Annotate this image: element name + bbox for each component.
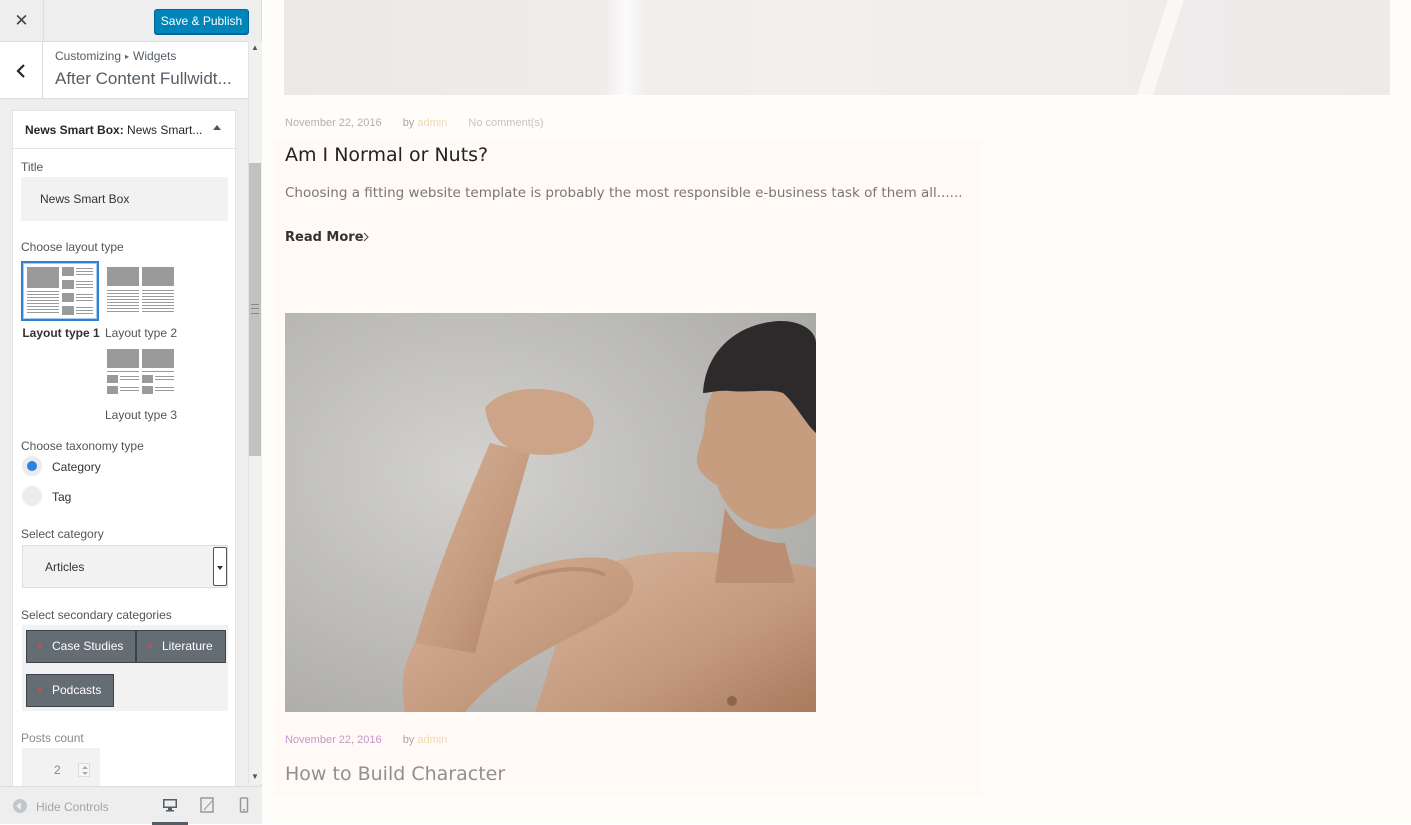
- customizer-sidebar: ✕ Save & Publish Customizing ▸ Widgets Aft…: [0, 0, 262, 825]
- post-1-title[interactable]: Am I Normal or Nuts?: [285, 144, 488, 166]
- post-1-featured-image[interactable]: [284, 0, 1390, 95]
- hide-controls-icon[interactable]: [13, 799, 27, 813]
- category-radio-label[interactable]: Category: [52, 460, 101, 474]
- tag-literature[interactable]: × Literature: [136, 630, 226, 663]
- scroll-down-arrow-icon[interactable]: ▼: [248, 771, 262, 783]
- post-1-excerpt: Choosing a fitting website template is p…: [285, 185, 963, 201]
- select-category-label: Select category: [21, 527, 104, 541]
- title-input[interactable]: News Smart Box: [21, 177, 228, 221]
- chevron-left-icon: [16, 63, 25, 78]
- desktop-icon[interactable]: [162, 797, 178, 813]
- widget-header[interactable]: News Smart Box: News Smart...: [13, 111, 235, 149]
- scrollbar-grip-icon: [251, 304, 259, 314]
- close-customizer-button[interactable]: ✕: [0, 0, 44, 42]
- widget-title: News Smart Box: News Smart...: [25, 123, 203, 137]
- layout-type-label: Choose layout type: [21, 240, 124, 254]
- tag-radio[interactable]: [22, 486, 42, 506]
- read-more-link[interactable]: Read More: [285, 230, 364, 245]
- post-2-meta: November 22, 2016 by admin: [285, 734, 448, 746]
- tag-radio-label[interactable]: Tag: [52, 490, 71, 504]
- post-1-author[interactable]: admin: [417, 117, 447, 129]
- scroll-up-arrow-icon[interactable]: ▲: [248, 42, 262, 54]
- layout-type-1-label: Layout type 1: [22, 326, 100, 340]
- hide-controls-button[interactable]: Hide Controls: [36, 800, 109, 814]
- post-1-meta: November 22, 2016 by admin No comment(s): [285, 117, 544, 129]
- news-smart-box-widget: News Smart Box: News Smart... Title News…: [12, 110, 236, 792]
- customizer-footer: Hide Controls: [0, 786, 262, 825]
- remove-tag-icon[interactable]: ×: [147, 631, 153, 662]
- breadcrumb: Customizing ▸ Widgets: [55, 49, 176, 63]
- layout-type-2-label: Layout type 2: [104, 326, 178, 340]
- posts-count-label: Posts count: [21, 731, 84, 745]
- layout-type-1-thumbnail: [21, 261, 99, 321]
- section-header: Customizing ▸ Widgets After Content Fullwi…: [0, 42, 248, 99]
- breadcrumb-root: Customizing: [55, 49, 122, 63]
- chevron-right-icon[interactable]: [361, 232, 371, 242]
- post-2-featured-image[interactable]: [285, 313, 816, 712]
- breadcrumb-leaf: Widgets: [133, 49, 177, 63]
- tag-case-studies[interactable]: × Case Studies: [26, 630, 137, 663]
- post-1-comments[interactable]: No comment(s): [468, 117, 543, 129]
- post-2-date[interactable]: November 22, 2016: [285, 734, 382, 746]
- flexing-man-illustration: [285, 313, 816, 712]
- section-title: After Content Fullwidt...: [55, 69, 232, 88]
- breadcrumb-separator-icon: ▸: [125, 52, 130, 61]
- category-select-value: Articles: [45, 560, 85, 574]
- tablet-icon[interactable]: [199, 797, 215, 813]
- post-1-date[interactable]: November 22, 2016: [285, 117, 382, 129]
- remove-tag-icon[interactable]: ×: [37, 675, 43, 706]
- remove-tag-icon[interactable]: ×: [37, 631, 43, 662]
- layout-type-3-thumbnail: [101, 343, 179, 403]
- taxonomy-type-label: Choose taxonomy type: [21, 439, 144, 453]
- post-2-title[interactable]: How to Build Character: [285, 763, 505, 785]
- category-radio[interactable]: [22, 456, 42, 476]
- tag-podcasts[interactable]: × Podcasts: [26, 674, 115, 707]
- collapse-arrow-icon[interactable]: [213, 125, 221, 130]
- layout-type-2-thumbnail: [101, 261, 179, 321]
- save-publish-button[interactable]: Save & Publish: [154, 9, 249, 34]
- layout-type-3-label: Layout type 3: [104, 408, 178, 422]
- posts-count-value: 2: [54, 763, 61, 777]
- customizer-header: ✕ Save & Publish: [0, 0, 249, 42]
- title-label: Title: [21, 160, 44, 174]
- site-preview: November 22, 2016 by admin No comment(s)…: [262, 0, 1411, 824]
- post-2-author[interactable]: admin: [417, 734, 447, 746]
- dropdown-arrow-icon[interactable]: [213, 547, 227, 586]
- category-select[interactable]: Articles: [22, 545, 228, 588]
- secondary-categories-label: Select secondary categories: [21, 608, 172, 622]
- close-icon: ✕: [14, 11, 29, 30]
- secondary-categories-multiselect[interactable]: × Case Studies × Literature × Podcasts: [22, 625, 228, 711]
- mobile-icon[interactable]: [236, 797, 252, 813]
- back-button[interactable]: [0, 42, 43, 99]
- stepper-icon[interactable]: [78, 763, 90, 777]
